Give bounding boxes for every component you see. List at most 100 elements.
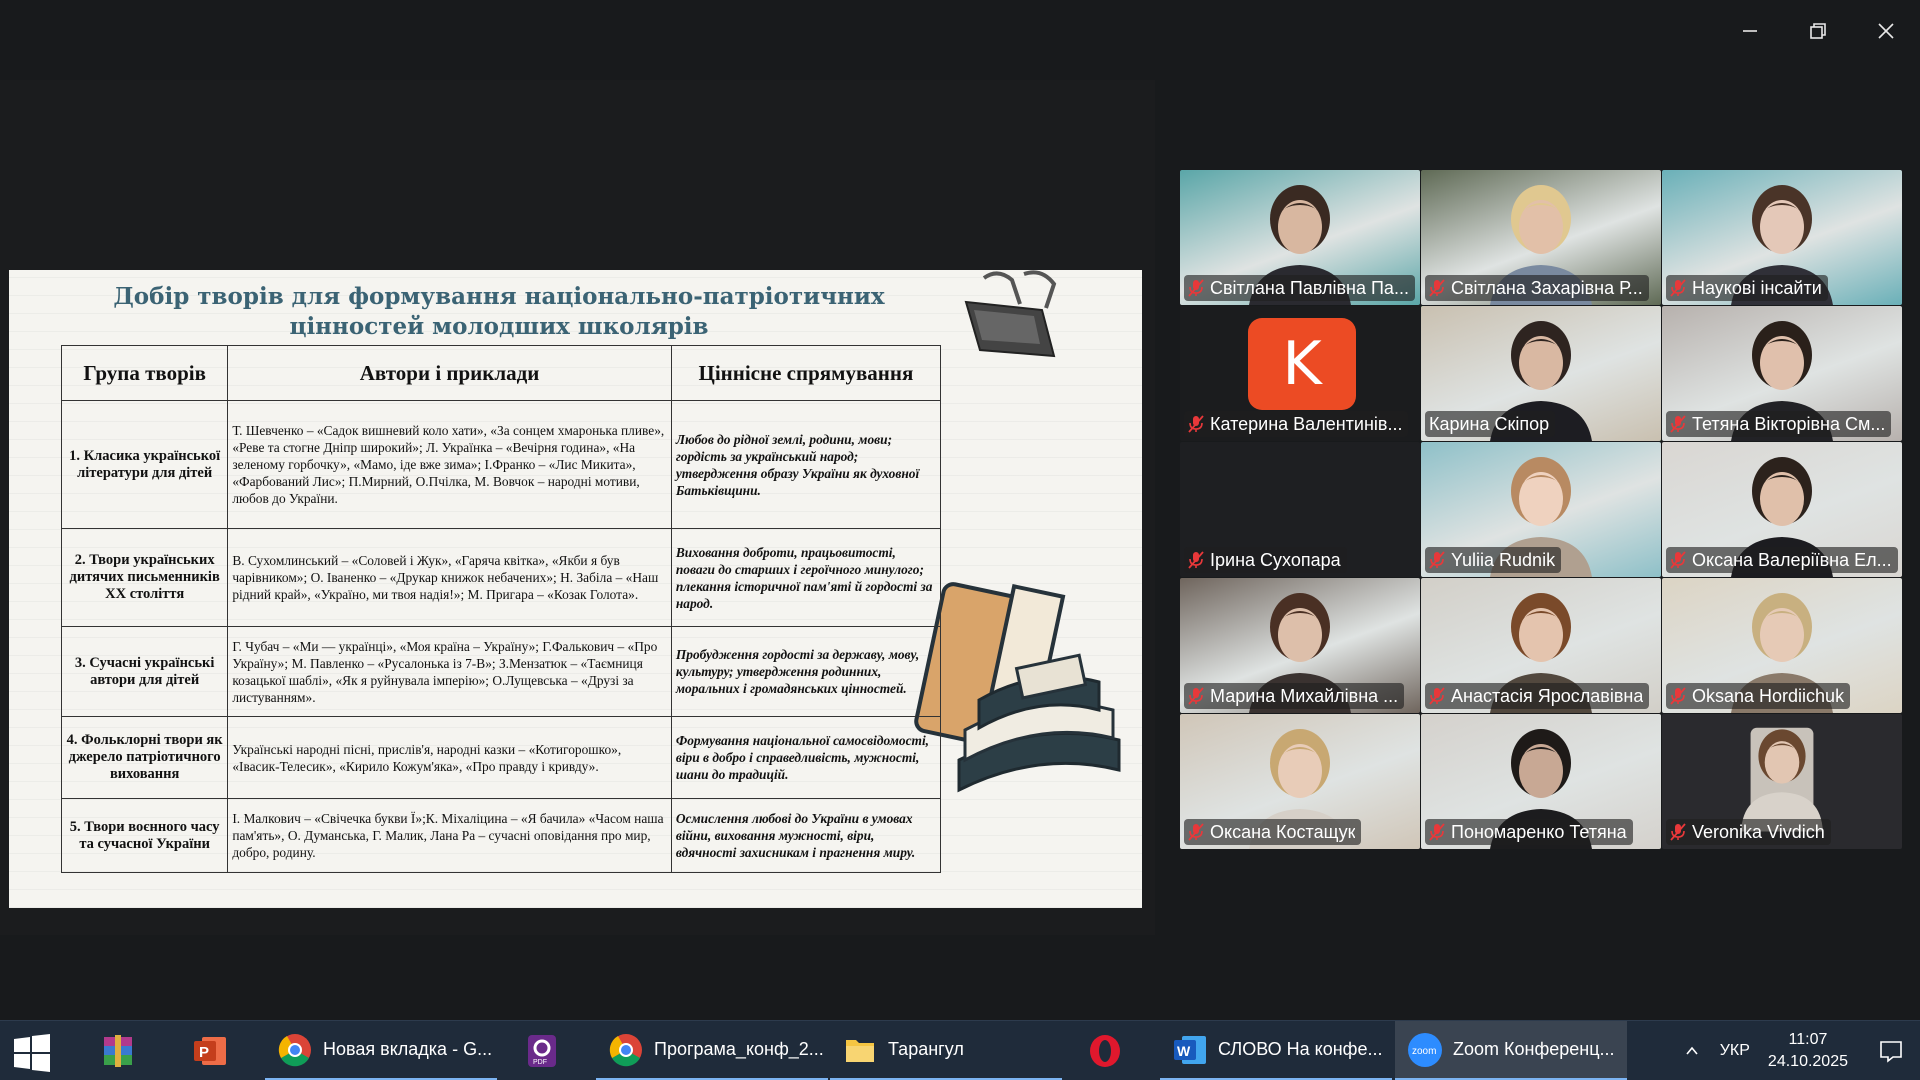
participant-name-plate: Оксана Костащук <box>1184 819 1362 845</box>
clock-time: 11:07 <box>1788 1031 1828 1048</box>
table-cell-values: Виховання доброти, працьовитості, поваги… <box>670 528 942 627</box>
muted-mic-icon <box>1188 687 1204 705</box>
window-controls <box>1716 0 1920 62</box>
participant-tile[interactable]: Карина Скіпор <box>1421 306 1661 441</box>
taskbar-powerpoint[interactable]: P <box>180 1021 250 1080</box>
muted-mic-icon <box>1429 551 1445 569</box>
participant-tile[interactable]: Пономаренко Тетяна <box>1421 714 1661 849</box>
participant-tile[interactable]: Анастасія Ярославівна <box>1421 578 1661 713</box>
participant-name: Ірина Сухопара <box>1210 549 1341 570</box>
taskbar-item-label: СЛОВО На конфе... <box>1218 1039 1383 1059</box>
slide-title-line-1: Добір творів для формування національно-… <box>113 283 885 310</box>
participant-name: Оксана Костащук <box>1210 821 1356 842</box>
taskbar-winrar[interactable] <box>88 1021 158 1080</box>
participant-tile[interactable]: Світлана Павлівна Па... <box>1180 170 1420 305</box>
participant-name-plate: Тетяна Вікторівна См... <box>1666 411 1892 437</box>
muted-mic-icon <box>1188 823 1204 841</box>
taskbar-opera[interactable] <box>1075 1021 1145 1080</box>
zoom-icon: zoom <box>1408 1032 1442 1067</box>
participant-name-plate: Oksana Hordiichuk <box>1666 683 1851 709</box>
table-cell-group: 4. Фольклорні твори як джерело патріотич… <box>60 716 229 799</box>
table-cell-group: 2. Твори українських дитячих письменникі… <box>60 528 229 627</box>
close-icon <box>1878 23 1894 39</box>
participant-name: Пономаренко Тетяна <box>1451 821 1627 842</box>
table-row: 5. Твори воєнного часу та сучасної Украї… <box>60 798 942 873</box>
close-button[interactable] <box>1852 0 1920 62</box>
participant-name: Карина Скіпор <box>1429 413 1550 434</box>
table-cell-group: 3. Сучасні українські автори для дітей <box>60 626 229 717</box>
slide-title: Добір творів для формування національно-… <box>69 282 929 342</box>
taskbar-item-label: Тарангул <box>888 1039 964 1059</box>
participant-name: Наукові інсайти <box>1692 277 1822 298</box>
participant-tile[interactable]: Ірина Сухопара <box>1180 442 1420 577</box>
table-row: 4. Фольклорні твори як джерело патріотич… <box>60 716 942 799</box>
participant-name-plate: Карина Скіпор <box>1425 411 1556 437</box>
table-cell-group: 1. Класика української літератури для ді… <box>60 400 229 529</box>
minimize-button[interactable] <box>1716 0 1784 62</box>
windows-taskbar: P Новая вкладка - G... PDF Програма_конф… <box>0 1020 1920 1080</box>
chrome-icon <box>609 1033 642 1066</box>
muted-mic-icon <box>1188 279 1204 297</box>
participant-name-plate: Veronika Vivdich <box>1666 819 1831 845</box>
notifications-icon[interactable] <box>1878 1038 1904 1064</box>
taskbar-item-label: Zoom Конференц... <box>1453 1039 1615 1059</box>
participant-name-plate: Наукові інсайти <box>1666 275 1828 301</box>
participant-tile[interactable]: Світлана Захарівна Р... <box>1421 170 1661 305</box>
chrome-icon <box>278 1033 311 1066</box>
table-cell-authors: Українські народні пісні, прислів'я, нар… <box>227 716 672 799</box>
participant-name-plate: Катерина Валентинів... <box>1184 411 1409 437</box>
muted-mic-icon <box>1670 687 1686 705</box>
screen-share-area: Добір творів для формування національно-… <box>0 80 1155 935</box>
taskbar-chrome-program[interactable]: Програма_конф_2... <box>596 1021 828 1080</box>
participant-name: Катерина Валентинів... <box>1210 413 1403 434</box>
participant-tile[interactable]: Оксана Валеріївна Ел... <box>1662 442 1902 577</box>
muted-mic-icon <box>1670 551 1686 569</box>
taskbar-pdf[interactable]: PDF <box>512 1021 582 1080</box>
taskbar-clock[interactable]: 11:07 24.10.2025 <box>1768 1029 1848 1073</box>
start-button[interactable] <box>10 1033 62 1073</box>
restore-button[interactable] <box>1784 0 1852 62</box>
participant-tile[interactable]: Yuliia Rudnik <box>1421 442 1661 577</box>
taskbar-word[interactable]: W СЛОВО На конфе... <box>1160 1021 1392 1080</box>
taskbar-chrome-new-tab[interactable]: Новая вкладка - G... <box>265 1021 497 1080</box>
shared-slide: Добір творів для формування національно-… <box>9 270 1142 908</box>
participant-name: Світлана Захарівна Р... <box>1451 277 1643 298</box>
windows-logo-icon <box>14 1034 50 1072</box>
table-row: 2. Твори українських дитячих письменникі… <box>60 528 942 627</box>
winrar-icon <box>104 1035 132 1067</box>
chevron-up-icon[interactable] <box>1684 1043 1700 1059</box>
participant-tile[interactable]: K Катерина Валентинів... <box>1180 306 1420 441</box>
muted-mic-icon <box>1188 415 1204 433</box>
participant-name-plate: Ірина Сухопара <box>1184 547 1347 573</box>
participant-name-plate: Світлана Захарівна Р... <box>1425 275 1649 301</box>
participant-tile[interactable]: Тетяна Вікторівна См... <box>1662 306 1902 441</box>
table-cell-values: Осмислення любові до України в умовах ві… <box>670 798 942 873</box>
participant-tile[interactable]: Оксана Костащук <box>1180 714 1420 849</box>
table-header-values: Ціннісне спрямування <box>670 345 942 401</box>
table-cell-values: Любов до рідної землі, родини, мови; гор… <box>670 400 942 529</box>
muted-mic-icon <box>1429 279 1445 297</box>
language-indicator[interactable]: УКР <box>1720 1042 1750 1060</box>
taskbar-item-label: Новая вкладка - G... <box>323 1039 493 1059</box>
svg-text:P: P <box>199 1044 209 1061</box>
word-icon: W <box>1174 1035 1206 1064</box>
participant-tile[interactable]: Oksana Hordiichuk <box>1662 578 1902 713</box>
participant-tile[interactable]: Veronika Vivdich <box>1662 714 1902 849</box>
table-cell-group: 5. Твори воєнного часу та сучасної Украї… <box>60 798 229 873</box>
taskbar-folder[interactable]: Тарангул <box>830 1021 1062 1080</box>
table-header-group: Група творів <box>60 345 229 401</box>
muted-mic-icon <box>1670 823 1686 841</box>
participant-name-plate: Марина Михайлівна ... <box>1184 683 1405 709</box>
muted-mic-icon <box>1188 551 1204 569</box>
participant-name-plate: Оксана Валеріївна Ел... <box>1666 547 1898 573</box>
svg-text:PDF: PDF <box>533 1059 547 1066</box>
participant-tile[interactable]: Марина Михайлівна ... <box>1180 578 1420 713</box>
svg-text:W: W <box>1177 1043 1191 1059</box>
powerpoint-icon: P <box>194 1037 226 1065</box>
taskbar-zoom[interactable]: zoom Zoom Конференц... <box>1395 1021 1627 1080</box>
participant-name-plate: Анастасія Ярославівна <box>1425 683 1650 709</box>
table-header-row: Група творів Автори і приклади Ціннісне … <box>60 345 942 401</box>
slide-title-line-2: цінностей молодших школярів <box>289 313 709 340</box>
pdf-icon: PDF <box>528 1035 556 1067</box>
participant-tile[interactable]: Наукові інсайти <box>1662 170 1902 305</box>
